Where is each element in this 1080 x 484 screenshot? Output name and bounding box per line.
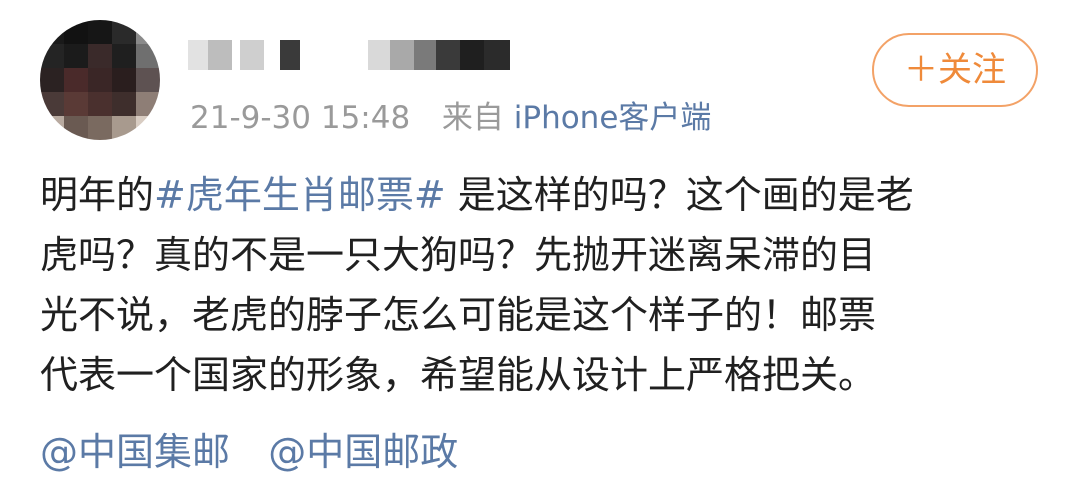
mention-link-china-philately[interactable]: @中国集邮 xyxy=(40,430,230,474)
post-timestamp: 21-9-30 15:48 xyxy=(190,100,411,136)
post-source-prefix: 来自 xyxy=(441,100,504,136)
post-text-segment: 是这样的吗？这个画的是老 xyxy=(445,173,914,217)
post-body: 明年的#虎年生肖邮票# 是这样的吗？这个画的是老 虎吗？真的不是一只大狗吗？先抛… xyxy=(40,165,1050,405)
post-line-1: 明年的#虎年生肖邮票# 是这样的吗？这个画的是老 xyxy=(40,165,1050,225)
mentions-row: @中国集邮 @中国邮政 xyxy=(40,422,458,482)
post-line-3: 光不说，老虎的脖子怎么可能是这个样子的！邮票 xyxy=(40,293,877,337)
mention-link-china-post[interactable]: @中国邮政 xyxy=(268,430,458,474)
hashtag-link[interactable]: #虎年生肖邮票# xyxy=(154,173,446,217)
post-source-device[interactable]: iPhone客户端 xyxy=(514,100,712,136)
post-line-2: 虎吗？真的不是一只大狗吗？先抛开迷离呆滞的目 xyxy=(40,233,877,277)
username-obscured[interactable] xyxy=(180,40,520,70)
post-text-segment: 明年的 xyxy=(40,173,155,217)
avatar[interactable] xyxy=(40,20,160,140)
post-meta: 21-9-30 15:48 来自 iPhone客户端 xyxy=(190,98,711,138)
follow-button[interactable]: ＋关注 xyxy=(872,33,1038,107)
post-line-4: 代表一个国家的形象，希望能从设计上严格把关。 xyxy=(40,353,877,397)
